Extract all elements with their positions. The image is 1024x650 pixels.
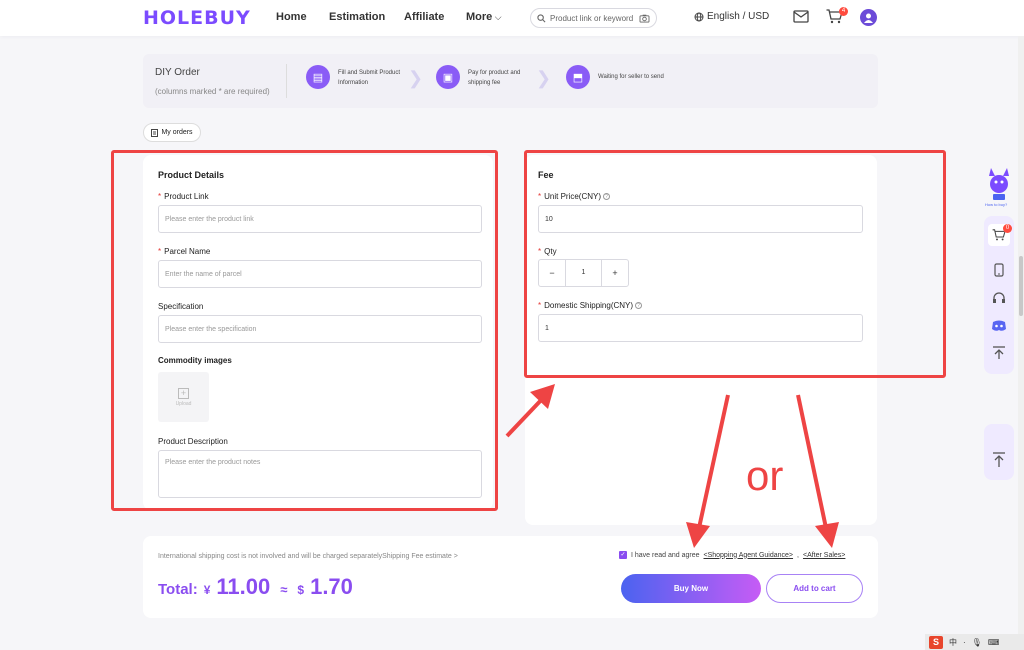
arrow-to-buy-now [697,394,730,529]
annotation-arrows [505,384,839,548]
system-tray: S 中 · 🎙 ⌨ [925,634,1024,650]
or-annotation: or [746,452,784,499]
arrow-head [815,522,839,548]
arrow-to-add-to-cart [796,394,828,529]
microphone-icon[interactable]: 🎙 [972,638,982,647]
keyboard-icon[interactable]: ⌨ [988,638,1000,647]
ime-mode-icon[interactable]: 中 [949,637,957,648]
ime-punct-icon[interactable]: · [963,638,966,647]
arrow-head [686,522,710,548]
sogou-ime-icon[interactable]: S [929,635,943,649]
arrow-to-fee [505,394,547,438]
